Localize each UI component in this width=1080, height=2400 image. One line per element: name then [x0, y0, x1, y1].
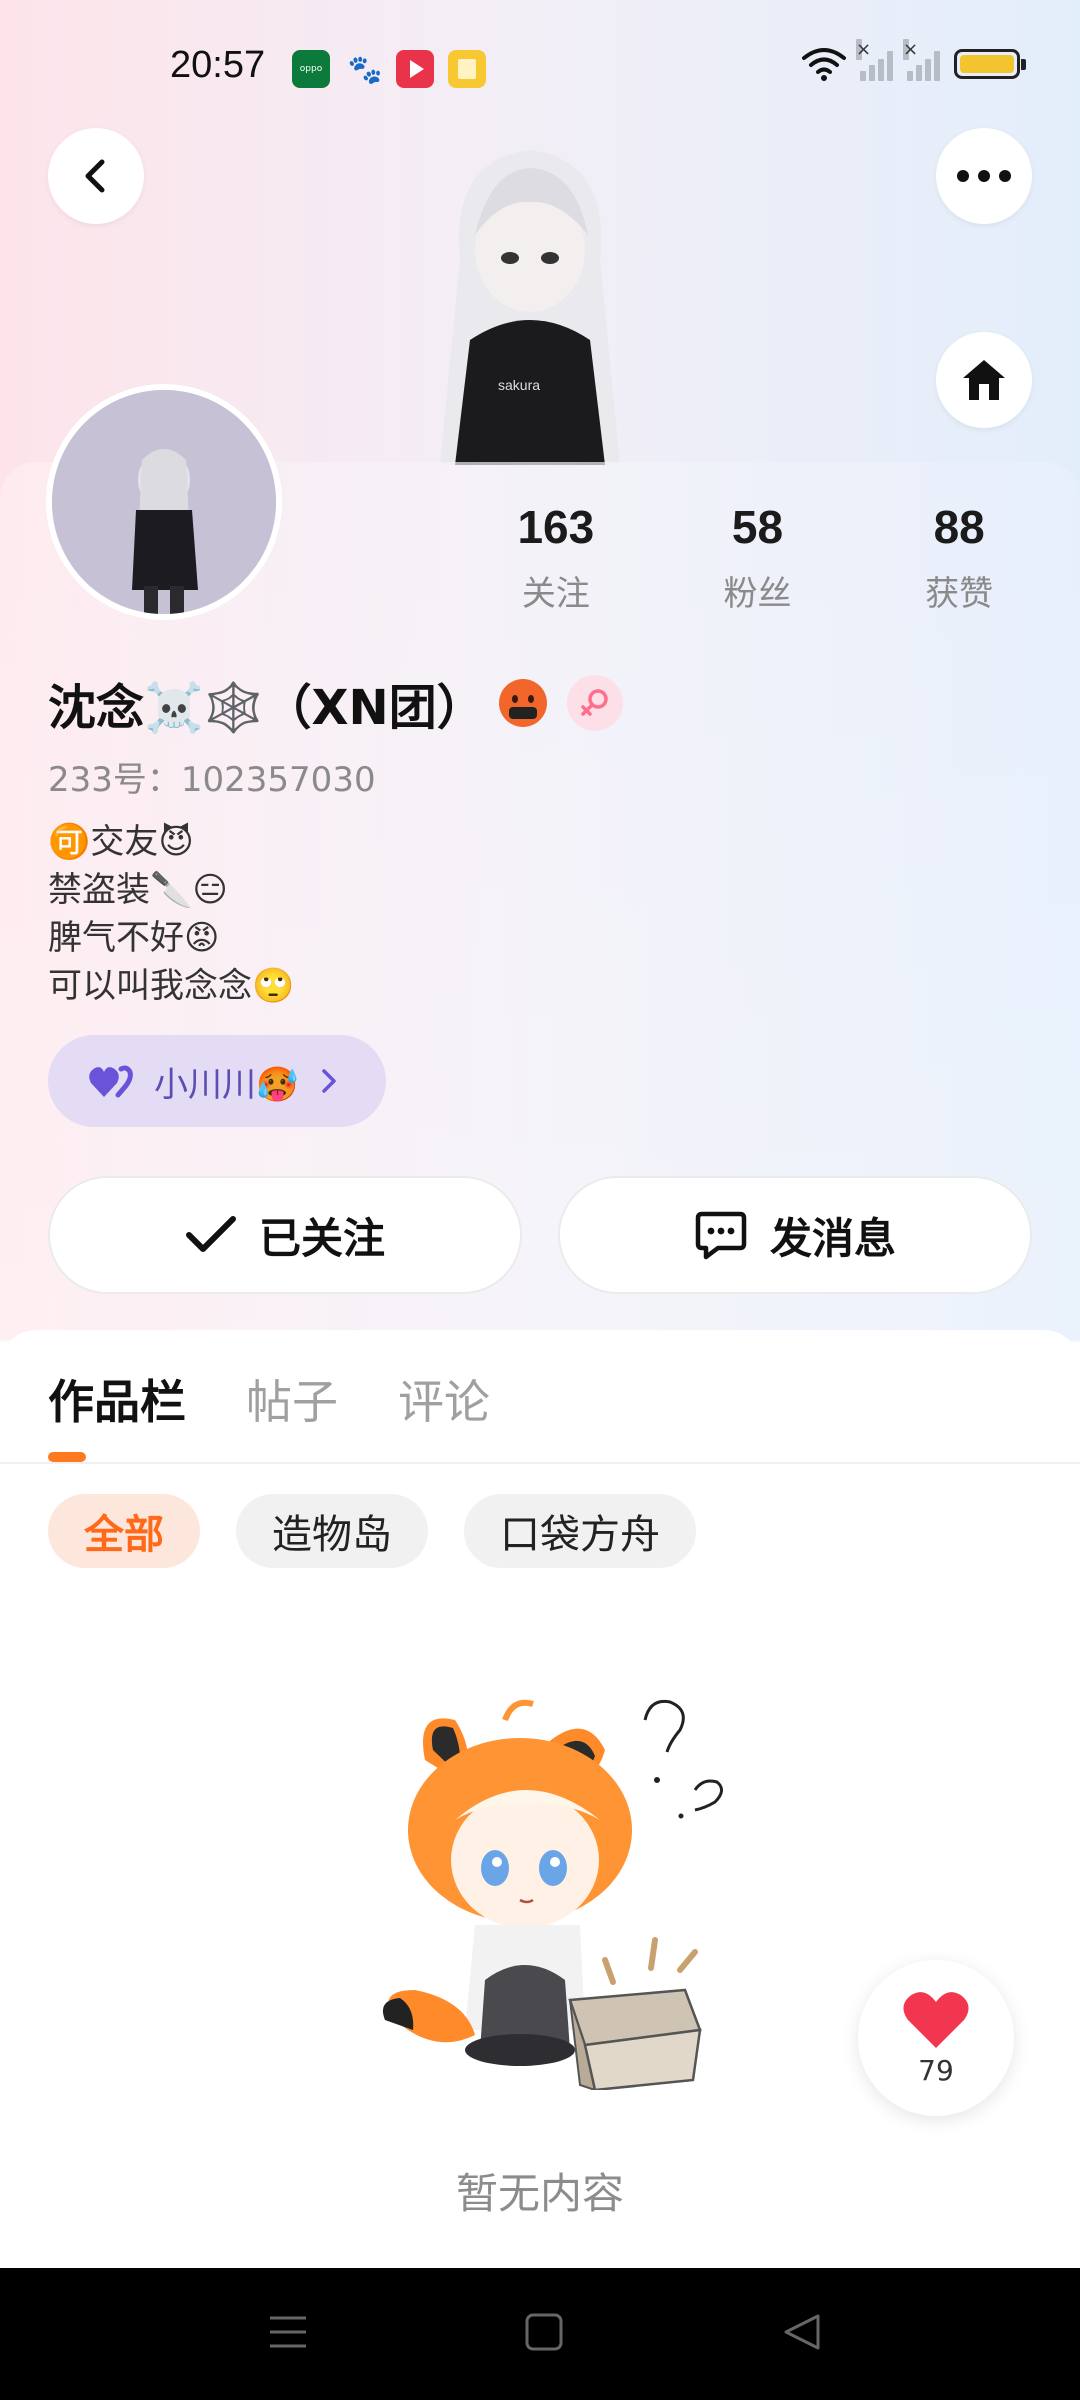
- signal-icon-1: ×: [856, 39, 893, 81]
- bio: 🉑交友😈 禁盗装🔪😑 脾气不好😡 可以叫我念念🙄: [48, 818, 294, 1010]
- tab-divider: [0, 1462, 1080, 1464]
- tab-comments[interactable]: 评论: [398, 1366, 490, 1432]
- name-row: 沈念☠️🕸️（XN团）: [48, 668, 623, 738]
- oppo-icon: oppo: [292, 50, 330, 88]
- follow-button-label: 已关注: [258, 1213, 385, 1263]
- stat-value: 163: [517, 501, 595, 553]
- stat-likes[interactable]: 88 获赞: [858, 500, 1060, 615]
- home-nav-icon[interactable]: [524, 2312, 564, 2352]
- message-button[interactable]: 发消息: [558, 1176, 1032, 1294]
- chevron-left-icon: [85, 159, 105, 193]
- more-dots-icon: [957, 170, 1011, 182]
- stat-label: 粉丝: [723, 574, 792, 614]
- profile-name: 沈念☠️🕸️（XN团）: [48, 680, 485, 736]
- empty-state-text: 暂无内容: [455, 2169, 624, 2218]
- gender-badge: [566, 675, 623, 731]
- filter-chips: 全部 造物岛 口袋方舟: [48, 1494, 696, 1568]
- stat-following[interactable]: 163 关注: [455, 500, 657, 615]
- back-nav-icon[interactable]: [782, 2312, 822, 2352]
- checkmark-icon: [185, 1216, 236, 1252]
- bio-line: 禁盗装🔪😑: [48, 870, 228, 910]
- bio-line: 可以叫我念念🙄: [48, 966, 295, 1006]
- reader-icon: [448, 50, 486, 88]
- cp-relation-tag[interactable]: 小川川🥵: [48, 1035, 386, 1127]
- chevron-right-icon: [322, 1069, 337, 1093]
- status-time: 20:57: [170, 44, 266, 86]
- stat-followers[interactable]: 58 粉丝: [657, 500, 859, 615]
- like-floating-button[interactable]: 79: [858, 1960, 1014, 2116]
- wifi-icon: [802, 48, 846, 81]
- tab-works[interactable]: 作品栏: [48, 1366, 186, 1432]
- cp-tag-label: 小川川🥵: [154, 1064, 299, 1105]
- stat-label: 关注: [521, 574, 590, 614]
- back-button[interactable]: [48, 128, 144, 224]
- follow-button[interactable]: 已关注: [48, 1176, 522, 1294]
- home-button[interactable]: [936, 332, 1032, 428]
- like-count: 79: [918, 2053, 954, 2087]
- message-button-label: 发消息: [769, 1213, 896, 1263]
- active-tab-indicator: [48, 1452, 86, 1462]
- bio-line: 🉑交友😈: [48, 822, 194, 862]
- content-area: 作品栏 帖子 评论 全部 造物岛 口袋方舟 暂无内容: [0, 1330, 1080, 2270]
- user-id: 233号：102357030: [48, 760, 376, 800]
- chat-bubble-icon: [695, 1211, 747, 1260]
- cursing-face-icon: [498, 679, 547, 727]
- video-icon: [396, 50, 434, 88]
- filter-chip-ark[interactable]: 口袋方舟: [464, 1494, 696, 1568]
- banner-character-image: sakura: [440, 150, 620, 465]
- status-bar: 20:57 oppo 🐾 × ×: [0, 0, 1080, 140]
- avatar[interactable]: [46, 384, 282, 620]
- empty-state-illustration: [382, 1699, 723, 2090]
- system-nav-bar: [0, 2268, 1080, 2400]
- stat-value: 58: [731, 501, 784, 553]
- content-tabs: 作品栏 帖子 评论: [48, 1366, 490, 1432]
- menu-icon[interactable]: [268, 2312, 308, 2352]
- baidu-icon: 🐾: [347, 52, 383, 86]
- bio-line: 脾气不好😡: [48, 918, 220, 958]
- home-icon: [963, 360, 1005, 400]
- profile-stats: 163 关注 58 粉丝 88 获赞: [455, 500, 1060, 615]
- more-button[interactable]: [936, 128, 1032, 224]
- stat-label: 获赞: [925, 574, 994, 614]
- female-gender-icon: [580, 689, 608, 716]
- heart-icon: [903, 1991, 969, 2048]
- battery-icon: [954, 49, 1026, 79]
- signal-icon-2: ×: [903, 39, 940, 81]
- stat-value: 88: [933, 501, 985, 553]
- filter-chip-island[interactable]: 造物岛: [236, 1494, 428, 1568]
- avatar-image: [52, 390, 276, 614]
- svg-text:sakura: sakura: [498, 377, 540, 393]
- tab-posts[interactable]: 帖子: [246, 1366, 338, 1432]
- double-heart-icon: [89, 1065, 133, 1098]
- filter-chip-all[interactable]: 全部: [48, 1494, 200, 1568]
